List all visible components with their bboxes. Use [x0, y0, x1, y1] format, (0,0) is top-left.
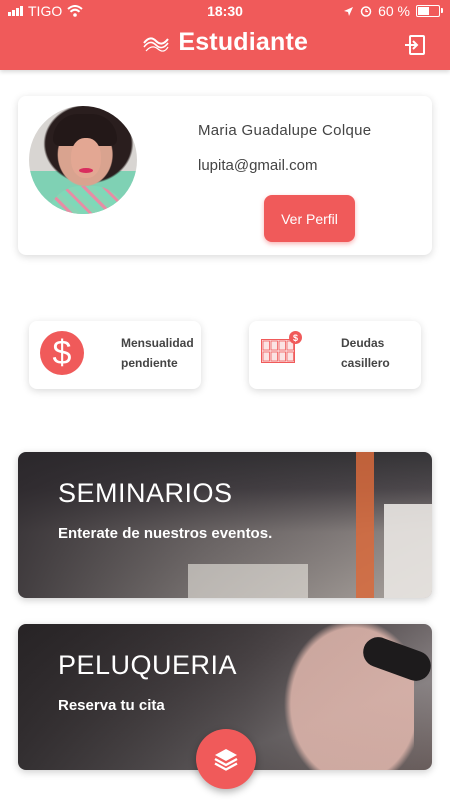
locker-icon	[261, 339, 295, 363]
status-bar: TIGO 18:30 60 %	[0, 0, 450, 22]
profile-card: Maria Guadalupe Colque lupita@gmail.com …	[18, 96, 432, 255]
seminars-title: SEMINARIOS	[58, 478, 233, 508]
location-arrow-icon	[344, 6, 354, 16]
layers-fab-button[interactable]	[196, 729, 256, 789]
monthly-fee-label: Mensualidad pendiente	[121, 336, 194, 370]
logout-icon[interactable]	[404, 34, 426, 56]
top-bar: TIGO 18:30 60 % Estudiante	[0, 0, 450, 70]
hairdresser-subtitle: Reserva tu cita	[58, 697, 165, 714]
battery-percent: 60 %	[378, 3, 410, 19]
hairdresser-title: PELUQUERIA	[58, 650, 238, 680]
dollar-badge-icon: $	[289, 331, 302, 344]
profile-email: lupita@gmail.com	[198, 157, 318, 174]
view-profile-button[interactable]: Ver Perfil	[264, 195, 355, 242]
locker-debt-card[interactable]: $ Deudas casillero	[249, 321, 421, 389]
seminars-banner[interactable]: SEMINARIOS Enterate de nuestros eventos.	[18, 452, 432, 598]
monthly-fee-card[interactable]: $ Mensualidad pendiente	[29, 321, 201, 389]
app-bar: Estudiante	[0, 22, 450, 70]
alarm-icon	[360, 6, 372, 17]
dollar-icon: $	[40, 331, 84, 375]
wave-logo-icon	[143, 36, 169, 52]
app-title: Estudiante	[178, 28, 309, 56]
locker-debt-label: Deudas casillero	[341, 336, 390, 370]
profile-name: Maria Guadalupe Colque	[198, 122, 372, 139]
avatar	[29, 106, 137, 214]
battery-icon	[416, 5, 443, 17]
seminars-subtitle: Enterate de nuestros eventos.	[58, 525, 273, 542]
layers-icon	[214, 749, 238, 771]
